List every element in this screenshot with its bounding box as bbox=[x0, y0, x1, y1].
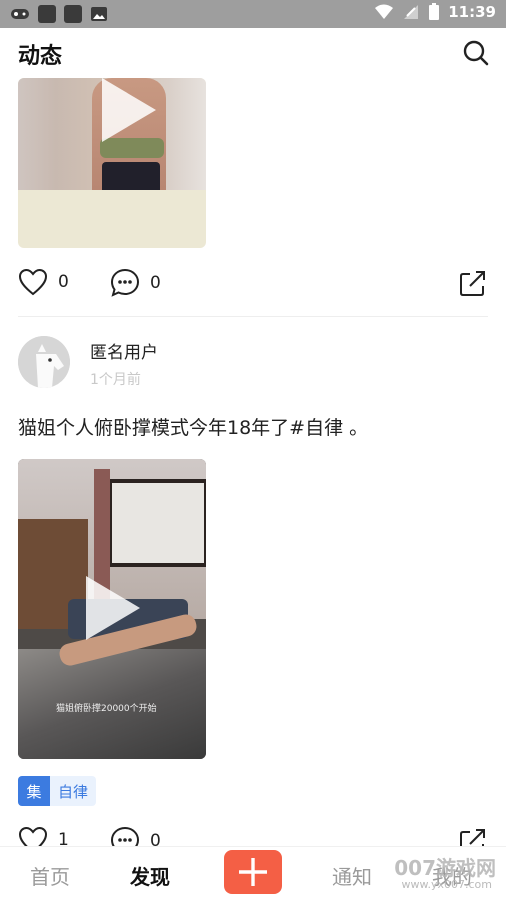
post-image[interactable] bbox=[18, 78, 206, 248]
watermark-url: www.yx007.com bbox=[401, 878, 492, 891]
video-caption: 猫姐俯卧撑20000个开始 bbox=[56, 704, 157, 714]
post-text[interactable]: 猫姐个人俯卧撑模式今年18年了#自律 。 bbox=[18, 413, 368, 440]
post-time: 1个月前 bbox=[90, 372, 141, 388]
heart-icon bbox=[18, 268, 48, 296]
wifi-icon bbox=[375, 4, 394, 19]
share-button[interactable] bbox=[458, 268, 488, 298]
search-icon[interactable] bbox=[462, 39, 490, 67]
like-count: 0 bbox=[58, 272, 69, 292]
nav-home[interactable]: 首页 bbox=[30, 861, 70, 890]
gamepad-icon bbox=[11, 9, 29, 19]
comment-button[interactable]: 0 bbox=[110, 268, 161, 298]
add-post-button[interactable] bbox=[224, 850, 282, 894]
divider bbox=[18, 316, 488, 317]
page-header: 动态 bbox=[0, 28, 506, 78]
clock: 11:39 bbox=[448, 3, 496, 21]
topic-tag[interactable]: 集 自律 bbox=[18, 776, 97, 806]
status-bar: 11:39 bbox=[0, 0, 506, 28]
comment-count: 0 bbox=[150, 273, 161, 293]
square-icon bbox=[38, 5, 56, 23]
battery-icon bbox=[429, 3, 440, 20]
square-icon bbox=[64, 5, 82, 23]
avatar[interactable] bbox=[18, 336, 70, 388]
like-button[interactable]: 0 bbox=[18, 268, 69, 296]
tag-icon: 集 bbox=[18, 776, 50, 806]
post-video[interactable]: 猫姐俯卧撑20000个开始 bbox=[18, 459, 206, 759]
image-icon bbox=[91, 7, 107, 21]
play-icon bbox=[102, 78, 156, 142]
watermark: 007游戏网 bbox=[394, 856, 496, 880]
comment-icon bbox=[110, 268, 140, 297]
username[interactable]: 匿名用户 bbox=[90, 338, 158, 363]
plus-icon bbox=[239, 858, 267, 886]
nav-discover[interactable]: 发现 bbox=[130, 861, 170, 890]
nav-notifications[interactable]: 通知 bbox=[332, 861, 372, 890]
signal-icon bbox=[404, 5, 419, 19]
page-title: 动态 bbox=[18, 44, 63, 69]
share-icon bbox=[460, 271, 485, 296]
play-icon bbox=[86, 576, 140, 640]
post-actions: 0 0 bbox=[0, 264, 506, 300]
tag-label: 自律 bbox=[50, 776, 97, 806]
